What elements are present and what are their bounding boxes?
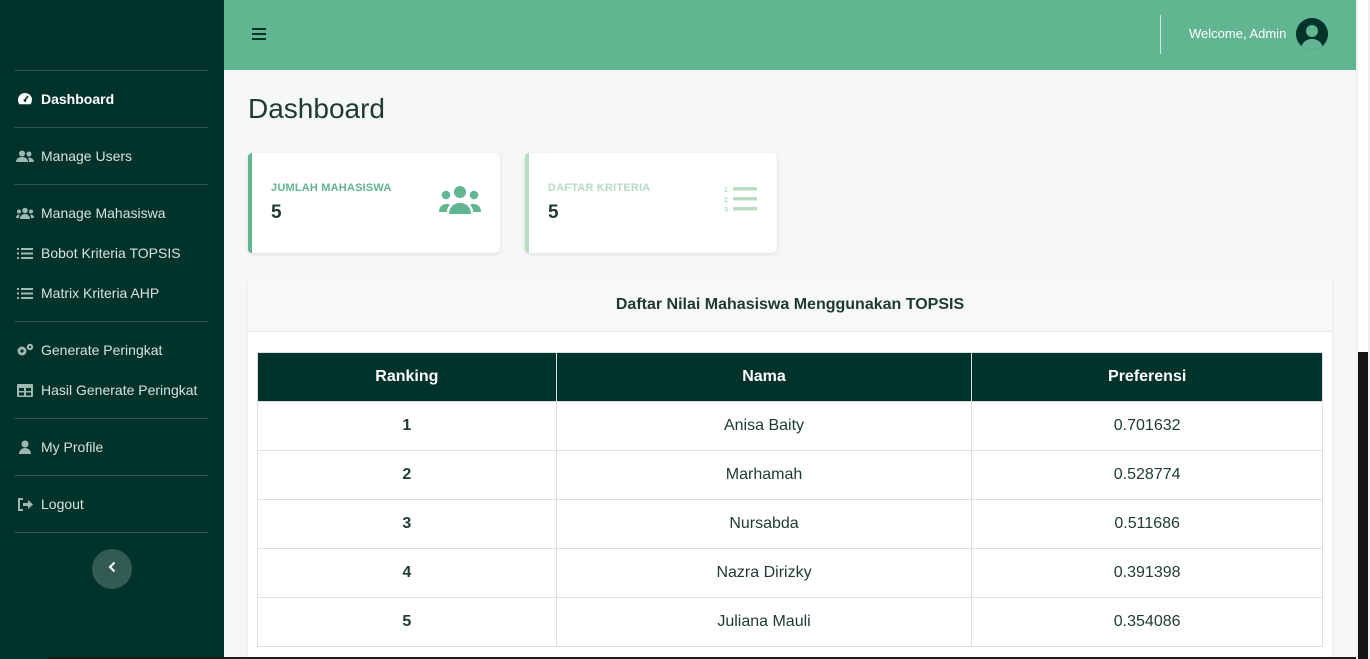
sidebar-item-label: My Profile (41, 439, 104, 455)
svg-text:3: 3 (724, 207, 728, 214)
card-jumlah-mahasiswa: JUMLAH MAHASISWA 5 (248, 153, 500, 253)
scrollbar-track (1358, 352, 1368, 659)
column-header-ranking: Ranking (257, 352, 557, 402)
svg-text:1: 1 (724, 187, 728, 194)
cell-ranking: 3 (257, 499, 557, 549)
cell-nama: Nazra Dirizky (555, 548, 973, 598)
cell-ranking: 2 (257, 450, 557, 500)
sidebar-item-manage-users[interactable]: Manage Users (16, 144, 132, 168)
ranking-panel: Daftar Nilai Mahasiswa Menggunakan TOPSI… (248, 278, 1332, 659)
avatar[interactable] (1296, 18, 1328, 50)
sidebar-item-generate-peringkat[interactable]: Generate Peringkat (16, 338, 162, 362)
card-value: 5 (271, 202, 282, 223)
users-icon (439, 185, 481, 220)
topbar-divider (1160, 15, 1161, 54)
table-header-row: Ranking Nama Preferensi (257, 352, 1323, 402)
cell-preferensi: 0.701632 (971, 401, 1323, 451)
sidebar: Dashboard Manage Users Manage Mahasiswa … (0, 0, 224, 659)
cell-ranking: 5 (257, 597, 557, 647)
users-icon (16, 149, 34, 163)
sidebar-item-label: Manage Users (41, 148, 133, 164)
sidebar-item-label: Hasil Generate Peringkat (41, 382, 198, 398)
sidebar-item-label: Matrix Kriteria AHP (41, 285, 160, 301)
scrollbar-thumb[interactable] (1358, 0, 1368, 352)
sidebar-divider (14, 127, 208, 128)
table-row: 3 Nursabda 0.511686 (257, 499, 1323, 549)
sidebar-divider (14, 418, 208, 419)
list-icon (16, 286, 34, 300)
column-header-preferensi: Preferensi (971, 352, 1323, 402)
sidebar-divider (14, 321, 208, 322)
cell-ranking: 1 (257, 401, 557, 451)
sidebar-item-bobot-kriteria-topsis[interactable]: Bobot Kriteria TOPSIS (16, 241, 181, 265)
sidebar-divider (14, 475, 208, 476)
users-group-icon (16, 206, 34, 220)
sidebar-item-dashboard[interactable]: Dashboard (16, 87, 114, 111)
table-row: 5 Juliana Mauli 0.354086 (257, 597, 1323, 647)
cell-nama: Nursabda (555, 499, 973, 549)
cell-preferensi: 0.528774 (971, 450, 1323, 500)
card-label: DAFTAR KRITERIA (548, 182, 651, 194)
page-scrollbar[interactable] (1356, 0, 1370, 659)
cell-preferensi: 0.354086 (971, 597, 1323, 647)
ranking-table: Ranking Nama Preferensi 1 Anisa Baity 0.… (257, 352, 1323, 647)
cell-ranking: 4 (257, 548, 557, 598)
card-value: 5 (548, 202, 559, 223)
list-icon (16, 246, 34, 260)
card-accent (525, 153, 529, 253)
sidebar-item-label: Generate Peringkat (41, 342, 163, 358)
cell-nama: Marhamah (555, 450, 973, 500)
cell-preferensi: 0.511686 (971, 499, 1323, 549)
table-icon (16, 383, 34, 397)
list-ol-icon: 1 2 3 (724, 185, 758, 220)
cell-nama: Anisa Baity (555, 401, 973, 451)
hamburger-menu-icon[interactable] (252, 24, 270, 44)
welcome-text[interactable]: Welcome, Admin (1189, 26, 1286, 41)
sidebar-divider (14, 70, 208, 71)
sidebar-item-my-profile[interactable]: My Profile (16, 435, 103, 459)
column-header-nama: Nama (555, 352, 973, 402)
user-icon (16, 440, 34, 454)
topbar: Welcome, Admin (224, 0, 1356, 70)
sidebar-item-logout[interactable]: Logout (16, 492, 84, 516)
card-label: JUMLAH MAHASISWA (271, 182, 392, 194)
svg-text:2: 2 (724, 197, 728, 204)
sidebar-divider (14, 532, 208, 533)
sign-out-icon (16, 497, 34, 511)
sidebar-item-matrix-kriteria-ahp[interactable]: Matrix Kriteria AHP (16, 281, 159, 305)
sidebar-item-label: Dashboard (41, 91, 115, 107)
sidebar-divider (14, 184, 208, 185)
sidebar-item-hasil-generate-peringkat[interactable]: Hasil Generate Peringkat (16, 378, 197, 402)
sidebar-item-manage-mahasiswa[interactable]: Manage Mahasiswa (16, 201, 166, 225)
sidebar-item-label: Logout (41, 496, 84, 512)
card-daftar-kriteria: DAFTAR KRITERIA 5 1 2 3 (525, 153, 777, 253)
table-row: 2 Marhamah 0.528774 (257, 450, 1323, 500)
page-title: Dashboard (248, 93, 385, 124)
cogs-icon (16, 343, 34, 357)
table-row: 4 Nazra Dirizky 0.391398 (257, 548, 1323, 598)
card-accent (248, 153, 252, 253)
sidebar-item-label: Manage Mahasiswa (41, 205, 166, 221)
chevron-left-icon (108, 560, 116, 578)
sidebar-item-label: Bobot Kriteria TOPSIS (41, 245, 181, 261)
tachometer-icon (16, 92, 34, 106)
panel-title: Daftar Nilai Mahasiswa Menggunakan TOPSI… (248, 278, 1332, 332)
cell-nama: Juliana Mauli (555, 597, 973, 647)
table-row: 1 Anisa Baity 0.701632 (257, 401, 1323, 451)
sidebar-collapse-button[interactable] (92, 549, 132, 589)
cell-preferensi: 0.391398 (971, 548, 1323, 598)
